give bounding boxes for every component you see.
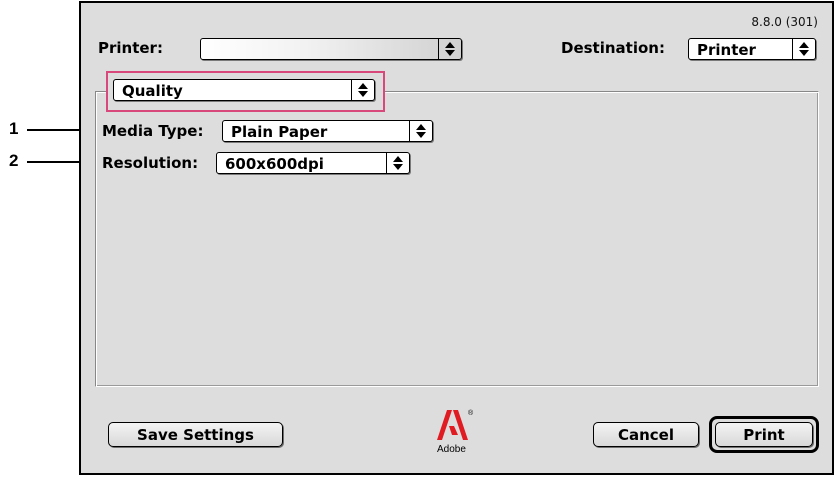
cancel-button[interactable]: Cancel	[593, 422, 699, 447]
cancel-button-label: Cancel	[617, 426, 674, 444]
panel-menu-popup[interactable]: Quality	[113, 79, 375, 101]
destination-popup[interactable]: Printer	[688, 38, 816, 60]
printer-label: Printer:	[98, 39, 163, 57]
up-down-arrows-icon	[409, 121, 432, 141]
registered-mark: ®	[468, 409, 474, 417]
up-down-arrows-icon	[438, 39, 461, 59]
adobe-logo-icon: Adobe ®	[436, 408, 476, 457]
print-button-label: Print	[743, 426, 785, 444]
print-dialog-screenshot: 1 2 8.8.0 (301) Printer: Destination: Pr…	[0, 0, 838, 479]
callout-1: 1	[9, 119, 19, 138]
resolution-popup[interactable]: 600x600dpi	[216, 152, 410, 174]
destination-label: Destination:	[561, 39, 665, 57]
callout-2: 2	[9, 151, 19, 170]
print-button[interactable]: Print	[715, 422, 813, 447]
resolution-popup-value: 600x600dpi	[225, 155, 324, 173]
media-type-popup-value: Plain Paper	[231, 123, 328, 141]
media-type-popup[interactable]: Plain Paper	[222, 120, 433, 142]
up-down-arrows-icon	[792, 39, 815, 59]
printer-popup[interactable]	[200, 38, 462, 60]
resolution-label: Resolution:	[102, 154, 199, 172]
save-settings-button[interactable]: Save Settings	[108, 422, 283, 447]
destination-popup-value: Printer	[697, 41, 756, 59]
up-down-arrows-icon	[386, 153, 409, 173]
panel-menu-popup-value: Quality	[122, 82, 183, 100]
adobe-logo-text: Adobe	[437, 444, 466, 453]
save-settings-button-label: Save Settings	[137, 426, 254, 444]
settings-group-box	[95, 91, 819, 387]
up-down-arrows-icon	[351, 80, 374, 100]
print-dialog: 8.8.0 (301) Printer: Destination: Printe…	[79, 1, 834, 475]
version-text: 8.8.0 (301)	[751, 15, 818, 29]
media-type-label: Media Type:	[102, 122, 204, 140]
